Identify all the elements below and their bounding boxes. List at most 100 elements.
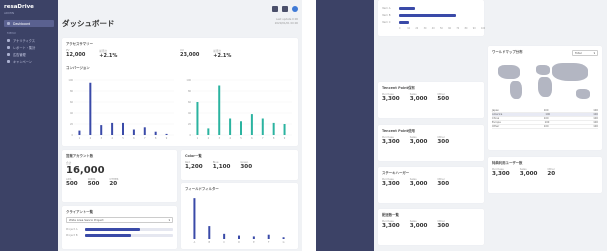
- map-north-america: [498, 65, 520, 79]
- table-cell: Japan: [492, 109, 499, 112]
- x-tick-label: E: [253, 241, 255, 244]
- x-tick-label: 80: [464, 27, 468, 30]
- stat-value: 3,000: [409, 139, 428, 145]
- access-summary-card: アクセスサマリー PV 12,000 前月比 +2.1% UU 23,000 前…: [62, 38, 298, 146]
- stat-value: 300: [240, 164, 253, 170]
- map-australia: [576, 89, 590, 99]
- x-tick-label: 60: [448, 27, 451, 30]
- table-cell: 100: [543, 125, 549, 128]
- ads-icon: [7, 53, 10, 56]
- map-asia: [552, 63, 588, 81]
- sidebar-item-analytics[interactable]: アナリティクス: [4, 37, 54, 44]
- x-tick-label: 30: [423, 27, 427, 30]
- client-select-value: Wide Area Sanrio Project: [69, 218, 104, 222]
- chart-bar: [282, 237, 285, 239]
- sidebar-item-ads[interactable]: 広告管理: [4, 51, 54, 58]
- card-title: 営業アカウント数: [66, 154, 94, 158]
- stat-card-1: Tencent Point保有 Purchase 3,300 Sales 3,000…: [378, 82, 484, 118]
- x-tick-label: G: [283, 241, 285, 244]
- stat-value: 3,300: [382, 139, 400, 145]
- stat-delta: +2.1%: [213, 53, 232, 59]
- chart-bar: [252, 236, 255, 239]
- sidebar-item-label: 広告管理: [13, 53, 26, 57]
- y-tick-label: 0: [71, 134, 73, 137]
- y-tick-label: 40: [188, 112, 192, 115]
- y-tick-label: 60: [70, 101, 74, 104]
- bar-row: [399, 21, 480, 24]
- user-avatar[interactable]: [292, 6, 298, 12]
- x-tick-label: 8: [273, 137, 275, 140]
- dashboard-right: Item A Item B Item C 0 10 20 30 40 50 60 70 80 90…: [316, 0, 607, 251]
- main-content: ダッシュボード Last update 0:00 2020/01/01 00:0…: [58, 0, 302, 251]
- chart-bar: [89, 82, 92, 135]
- stat-value: 500: [87, 181, 100, 187]
- stat-value: 3,300: [382, 96, 400, 102]
- x-tick-label: 5: [122, 137, 124, 140]
- chart-bar: [154, 131, 157, 135]
- bell-icon[interactable]: [282, 6, 288, 12]
- sidebar-item-label: キャンペーン: [13, 60, 32, 64]
- map-select[interactable]: Total ▾: [572, 50, 598, 56]
- x-tick-label: 0: [399, 27, 401, 30]
- field-filter-card: フィールドフィルター A B C D E F G: [181, 183, 298, 249]
- chart-bar: [250, 114, 253, 135]
- x-tick-label: 6: [133, 137, 135, 140]
- x-tick-label: 90: [472, 27, 476, 30]
- table-cell: Europe: [492, 121, 501, 124]
- chart-bar: [196, 102, 199, 135]
- sidebar: resaDrive ADMIN Dashboard MENU アナリティクス レ…: [0, 0, 58, 251]
- chart-bar: [165, 133, 168, 135]
- x-tick-label: 20: [415, 27, 419, 30]
- bar-row-fill: [399, 21, 409, 24]
- x-tick-label: 10: [407, 27, 410, 30]
- x-tick-label: D: [238, 241, 240, 244]
- map-table: Japan 100 100 America 100 100 China 100 100 Eu…: [492, 109, 598, 129]
- x-tick-label: B: [208, 241, 210, 244]
- title-row: ダッシュボード Last update 0:00 2020/01/01 00:0…: [62, 18, 298, 32]
- sidebar-item-label: レポート・集計: [13, 46, 36, 50]
- stat-card-4: 配送数一覧 Purchase 3,300 Sales 3,000 Other 300: [378, 209, 484, 245]
- grid-icon[interactable]: [272, 6, 278, 12]
- chart-bar: [100, 125, 103, 135]
- last-update-date: 2020/01/01 00:00: [274, 21, 298, 25]
- business-accounts-card: 営業アカウント数 合計 16,000 ADS 500 COMS 500 OTHER 2…: [62, 150, 177, 202]
- sidebar-item-reports[interactable]: レポート・集計: [4, 44, 54, 51]
- card-title: ワールドマップ分布: [492, 50, 523, 54]
- screen: resaDrive ADMIN Dashboard MENU アナリティクス レ…: [0, 0, 607, 251]
- chart-bar: [78, 130, 81, 135]
- last-update-label: Last update 0:00: [275, 18, 298, 21]
- table-cell: 100: [543, 109, 549, 112]
- main-content: Item A Item B Item C 0 10 20 30 40 50 60 70 80 90…: [374, 0, 607, 251]
- stat-value: 500: [437, 96, 450, 102]
- stat-value: 500: [66, 181, 78, 187]
- x-tick-label: C: [223, 241, 225, 244]
- stat-value: 3,300: [382, 181, 400, 187]
- sidebar-item-label: Dashboard: [13, 21, 31, 26]
- chart-bar: [272, 122, 275, 135]
- top-bar-chart-card: Item A Item B Item C 0 10 20 30 40 50 60 70 80 90…: [378, 0, 485, 36]
- page-title: ダッシュボード: [62, 19, 115, 28]
- stat-value: 3,000: [519, 171, 538, 177]
- chevron-down-icon: ▾: [593, 51, 595, 55]
- table-cell: China: [492, 117, 500, 120]
- stat-value: 3,000: [409, 223, 428, 229]
- table-row[interactable]: Other 100 100: [492, 125, 598, 129]
- client-list-card: クライアント一覧 Wide Area Sanrio Project ▾ Proj…: [62, 206, 177, 249]
- stat-value: 3,000: [409, 96, 428, 102]
- chart-bar: [261, 118, 264, 135]
- sidebar-item-dashboard[interactable]: Dashboard: [4, 20, 54, 27]
- y-tick-label: 20: [70, 123, 74, 126]
- sidebar-item-campaign[interactable]: キャンペーン: [4, 58, 54, 65]
- y-tick-label: 0: [189, 134, 191, 137]
- conversion-chart-b: 100 80 60 40 20 0 1 2 3 4 5 6 7 8 9: [186, 79, 292, 140]
- x-tick-label: 5: [240, 137, 242, 140]
- table-cell: 100: [544, 121, 550, 124]
- stat-value: 3,000: [409, 181, 428, 187]
- client-bar: [85, 228, 173, 231]
- client-select[interactable]: Wide Area Sanrio Project ▾: [66, 217, 173, 223]
- x-tick-label: 1: [79, 137, 81, 140]
- table-cell: Other: [492, 125, 500, 128]
- card-title: Tencent Point使用: [382, 129, 415, 133]
- client-row-label: Project A: [66, 228, 78, 231]
- chart-bar: [122, 122, 124, 135]
